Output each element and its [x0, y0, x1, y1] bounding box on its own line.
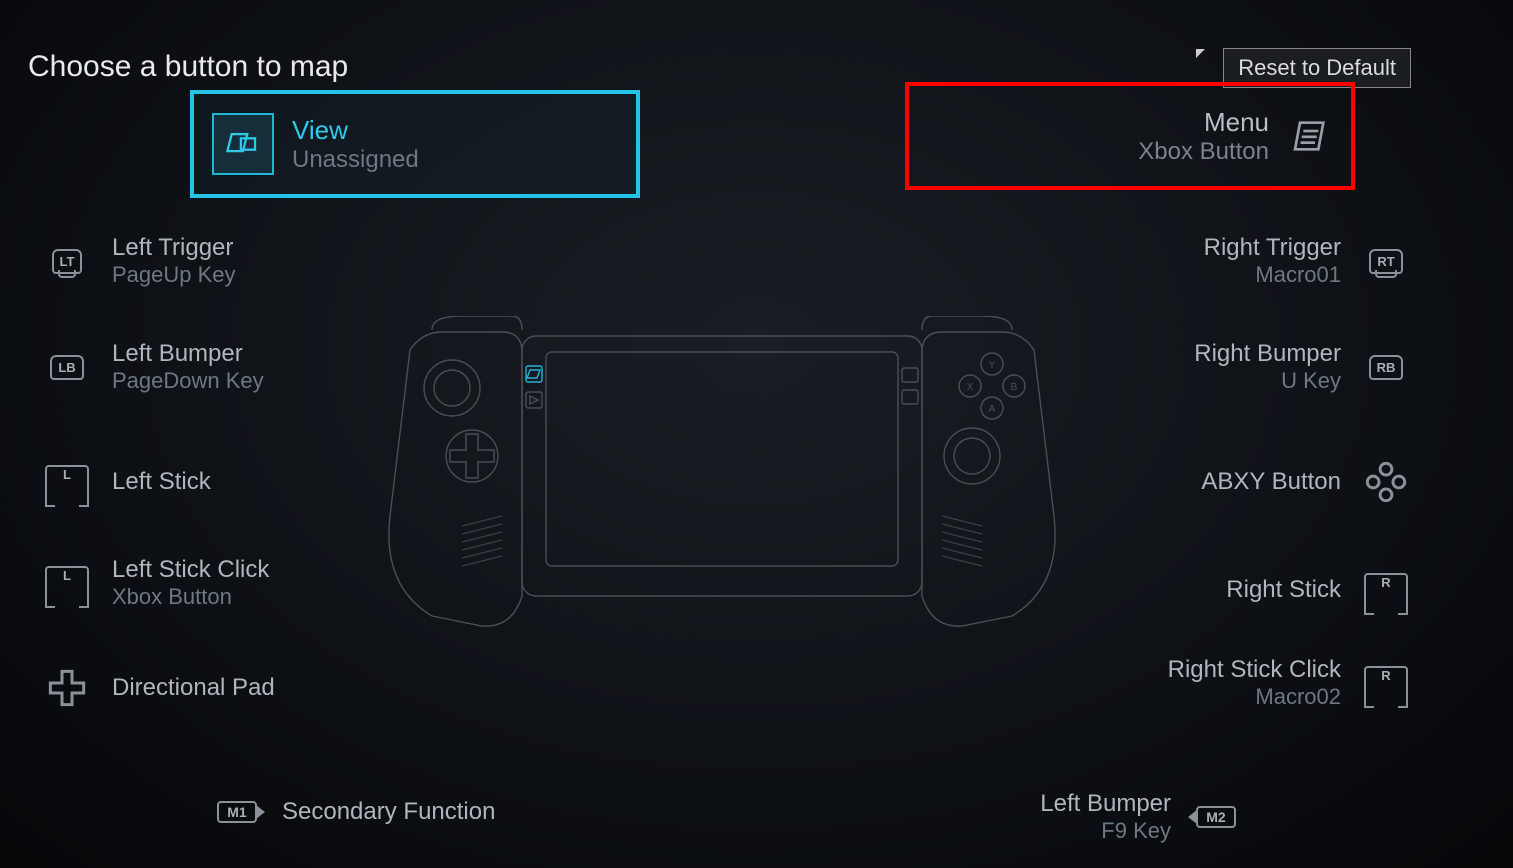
lt-sub: PageUp Key	[112, 262, 236, 288]
reset-label: Reset to Default	[1238, 55, 1396, 80]
rt-label: Right Trigger	[1204, 234, 1341, 262]
rs-icon: R	[1361, 568, 1411, 612]
rb-sub: U Key	[1194, 368, 1341, 394]
rb-label: Right Bumper	[1194, 340, 1341, 368]
lsc-sub: Xbox Button	[112, 584, 269, 610]
m2-sub: F9 Key	[1040, 818, 1171, 844]
rsc-icon: R	[1361, 661, 1411, 705]
device-illustration: Y A X B	[372, 316, 1072, 636]
rt-sub: Macro01	[1204, 262, 1341, 288]
menu-assignment: Xbox Button	[1138, 138, 1269, 166]
menu-name: Menu	[1138, 107, 1269, 138]
map-item-m2[interactable]: M2 Left Bumper F9 Key	[1040, 790, 1241, 844]
map-item-menu[interactable]: Menu Xbox Button	[905, 82, 1355, 190]
abxy-icon	[1361, 460, 1411, 504]
view-name: View	[292, 115, 419, 146]
view-icon	[212, 113, 274, 175]
map-item-abxy[interactable]: ABXY Button	[1201, 460, 1411, 504]
rsc-label: Right Stick Click	[1168, 656, 1341, 684]
menu-icon	[1287, 113, 1333, 159]
svg-text:Y: Y	[989, 360, 996, 371]
lt-label: Left Trigger	[112, 234, 236, 262]
rb-icon: RB	[1361, 345, 1411, 389]
reset-corner-decoration	[1196, 49, 1205, 58]
lt-icon: LT	[42, 239, 92, 283]
map-item-right-bumper[interactable]: RB Right Bumper U Key	[1194, 340, 1411, 394]
lsc-label: Left Stick Click	[112, 556, 269, 584]
svg-text:A: A	[989, 404, 996, 415]
svg-text:B: B	[1011, 382, 1018, 393]
ls-icon: L	[42, 460, 92, 504]
m2-icon: M2	[1191, 795, 1241, 839]
page-title: Choose a button to map	[28, 50, 348, 84]
map-item-left-trigger[interactable]: LT Left Trigger PageUp Key	[42, 234, 236, 288]
map-item-secondary-function[interactable]: M1 Secondary Function	[212, 790, 495, 834]
svg-text:X: X	[967, 382, 974, 393]
rsc-sub: Macro02	[1168, 684, 1341, 710]
m1-label: Secondary Function	[282, 798, 495, 826]
map-item-view[interactable]: View Unassigned	[190, 90, 640, 198]
rs-label: Right Stick	[1226, 576, 1341, 604]
m2-label: Left Bumper	[1040, 790, 1171, 818]
map-item-left-bumper[interactable]: LB Left Bumper PageDown Key	[42, 340, 264, 394]
dpad-label: Directional Pad	[112, 674, 275, 702]
lsc-icon: L	[42, 561, 92, 605]
rt-icon: RT	[1361, 239, 1411, 283]
map-item-right-trigger[interactable]: RT Right Trigger Macro01	[1204, 234, 1411, 288]
lb-icon: LB	[42, 345, 92, 389]
m1-icon: M1	[212, 790, 262, 834]
lb-sub: PageDown Key	[112, 368, 264, 394]
dpad-icon	[42, 666, 92, 710]
map-item-right-stick[interactable]: R Right Stick	[1226, 568, 1411, 612]
map-item-left-stick-click[interactable]: L Left Stick Click Xbox Button	[42, 556, 269, 610]
map-item-left-stick[interactable]: L Left Stick	[42, 460, 211, 504]
map-item-directional-pad[interactable]: Directional Pad	[42, 666, 275, 710]
view-assignment: Unassigned	[292, 146, 419, 174]
ls-label: Left Stick	[112, 468, 211, 496]
lb-label: Left Bumper	[112, 340, 264, 368]
map-item-right-stick-click[interactable]: R Right Stick Click Macro02	[1168, 656, 1411, 710]
abxy-label: ABXY Button	[1201, 468, 1341, 496]
